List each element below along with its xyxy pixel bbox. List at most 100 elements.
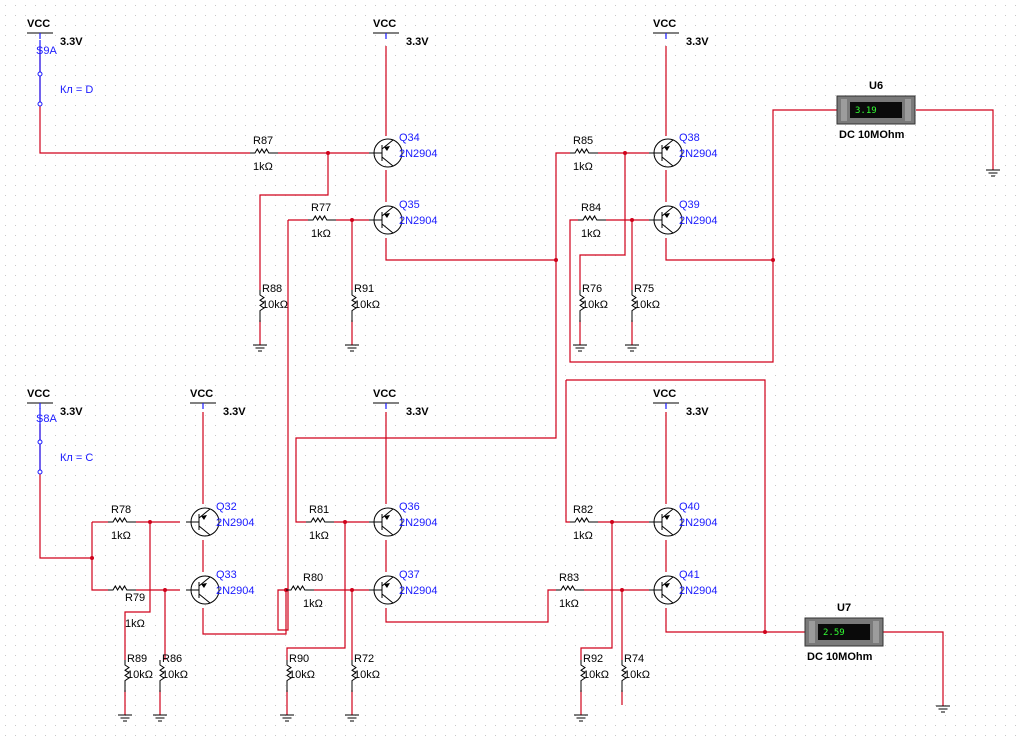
meter-terminal (873, 621, 879, 643)
resistor-ref: R74 (624, 653, 644, 665)
meter-terminal (809, 621, 815, 643)
resistor-value: 10kΩ (624, 669, 650, 681)
transistor-model: 2N2904 (679, 517, 718, 529)
resistor-ref: R76 (582, 283, 602, 295)
resistor-value: 1kΩ (573, 530, 593, 542)
schematic-svg: VCC 3.3V VCC 3.3V VCC 3.3V VCC 3.3V VCC 3.3V VCC 3.… (0, 0, 1023, 744)
vcc-label: VCC (27, 388, 50, 400)
vcc-voltage: 3.3V (686, 36, 709, 48)
vcc-label: VCC (373, 18, 396, 30)
switch-name: S9A (36, 45, 57, 57)
transistor-ref: Q37 (399, 569, 420, 581)
junction-dot (90, 556, 94, 560)
vcc-label: VCC (653, 388, 676, 400)
resistor-value: 10kΩ (582, 299, 608, 311)
transistor-model: 2N2904 (216, 517, 255, 529)
meter-reading: 3.19 (855, 106, 877, 116)
switch-name: S8A (36, 413, 57, 425)
junction-dot (763, 630, 767, 634)
resistor-value: 10kΩ (354, 669, 380, 681)
transistor-model: 2N2904 (216, 585, 255, 597)
meter-reading: 2.59 (823, 628, 845, 638)
schematic-canvas: VCC 3.3V VCC 3.3V VCC 3.3V VCC 3.3V VCC 3.3V VCC 3.… (0, 0, 1023, 744)
resistor-ref: R80 (303, 572, 323, 584)
resistor-value: 10kΩ (289, 669, 315, 681)
resistor-ref: R82 (573, 504, 593, 516)
vcc-voltage: 3.3V (60, 406, 83, 418)
resistor-ref: R75 (634, 283, 654, 295)
resistor-ref: R86 (162, 653, 182, 665)
vcc-voltage: 3.3V (406, 406, 429, 418)
transistor-ref: Q36 (399, 501, 420, 513)
resistor-value: 1kΩ (309, 530, 329, 542)
resistor-value: 10kΩ (262, 299, 288, 311)
transistor-ref: Q38 (679, 132, 700, 144)
transistor-model: 2N2904 (399, 148, 438, 160)
resistor-ref: R88 (262, 283, 282, 295)
vcc-voltage: 3.3V (686, 406, 709, 418)
transistor-ref: Q41 (679, 569, 700, 581)
resistor-value: 10kΩ (354, 299, 380, 311)
resistor-ref: R89 (127, 653, 147, 665)
junction-dot (554, 258, 558, 262)
meter-ref: U6 (869, 80, 883, 92)
resistor-value: 1kΩ (573, 161, 593, 173)
vcc-label: VCC (653, 18, 676, 30)
switch-contact (37, 71, 43, 77)
transistor-model: 2N2904 (399, 517, 438, 529)
junction-dot (148, 520, 152, 524)
junction-dot (163, 588, 167, 592)
transistor-ref: Q34 (399, 132, 420, 144)
meter-mode: DC 10MOhm (807, 651, 873, 663)
vcc-voltage: 3.3V (60, 36, 83, 48)
resistor-value: 10kΩ (127, 669, 153, 681)
resistor-value: 1kΩ (111, 530, 131, 542)
vcc-label: VCC (27, 18, 50, 30)
transistor-model: 2N2904 (679, 215, 718, 227)
meter-mode: DC 10MOhm (839, 129, 905, 141)
resistor-ref: R72 (354, 653, 374, 665)
resistor-ref: R87 (253, 135, 273, 147)
resistor-value: 10kΩ (583, 669, 609, 681)
transistor-model: 2N2904 (679, 585, 718, 597)
resistor-ref: R83 (559, 572, 579, 584)
resistor-ref: R85 (573, 135, 593, 147)
vcc-voltage: 3.3V (406, 36, 429, 48)
transistor-model: 2N2904 (399, 585, 438, 597)
switch-contact (37, 439, 43, 445)
junction-dot (771, 258, 775, 262)
meter-terminal (841, 99, 847, 121)
resistor-ref: R91 (354, 283, 374, 295)
transistor-ref: Q35 (399, 199, 420, 211)
resistor-ref: R78 (111, 504, 131, 516)
junction-dot (623, 151, 627, 155)
junction-dot (350, 588, 354, 592)
switch-key: Кл = C (60, 452, 93, 464)
resistor-value: 1kΩ (311, 228, 331, 240)
resistor-value: 1kΩ (303, 598, 323, 610)
resistor-value: 10kΩ (634, 299, 660, 311)
junction-dot (630, 218, 634, 222)
junction-dot (620, 588, 624, 592)
switch-contact (37, 469, 43, 475)
resistor-ref: R81 (309, 504, 329, 516)
meter-terminal (905, 99, 911, 121)
transistor-ref: Q40 (679, 501, 700, 513)
resistor-ref: R90 (289, 653, 309, 665)
vcc-label: VCC (373, 388, 396, 400)
transistor-ref: Q32 (216, 501, 237, 513)
transistor-ref: Q33 (216, 569, 237, 581)
resistor-ref: R77 (311, 202, 331, 214)
junction-dot (343, 520, 347, 524)
vcc-voltage: 3.3V (223, 406, 246, 418)
junction-dot (610, 520, 614, 524)
resistor-value: 1kΩ (581, 228, 601, 240)
junction-dot (326, 151, 330, 155)
switch-contact (37, 101, 43, 107)
resistor-value: 1kΩ (125, 618, 145, 630)
switch-key: Кл = D (60, 84, 93, 96)
resistor-ref: R84 (581, 202, 601, 214)
transistor-model: 2N2904 (399, 215, 438, 227)
resistor-value: 1kΩ (559, 598, 579, 610)
vcc-label: VCC (190, 388, 213, 400)
